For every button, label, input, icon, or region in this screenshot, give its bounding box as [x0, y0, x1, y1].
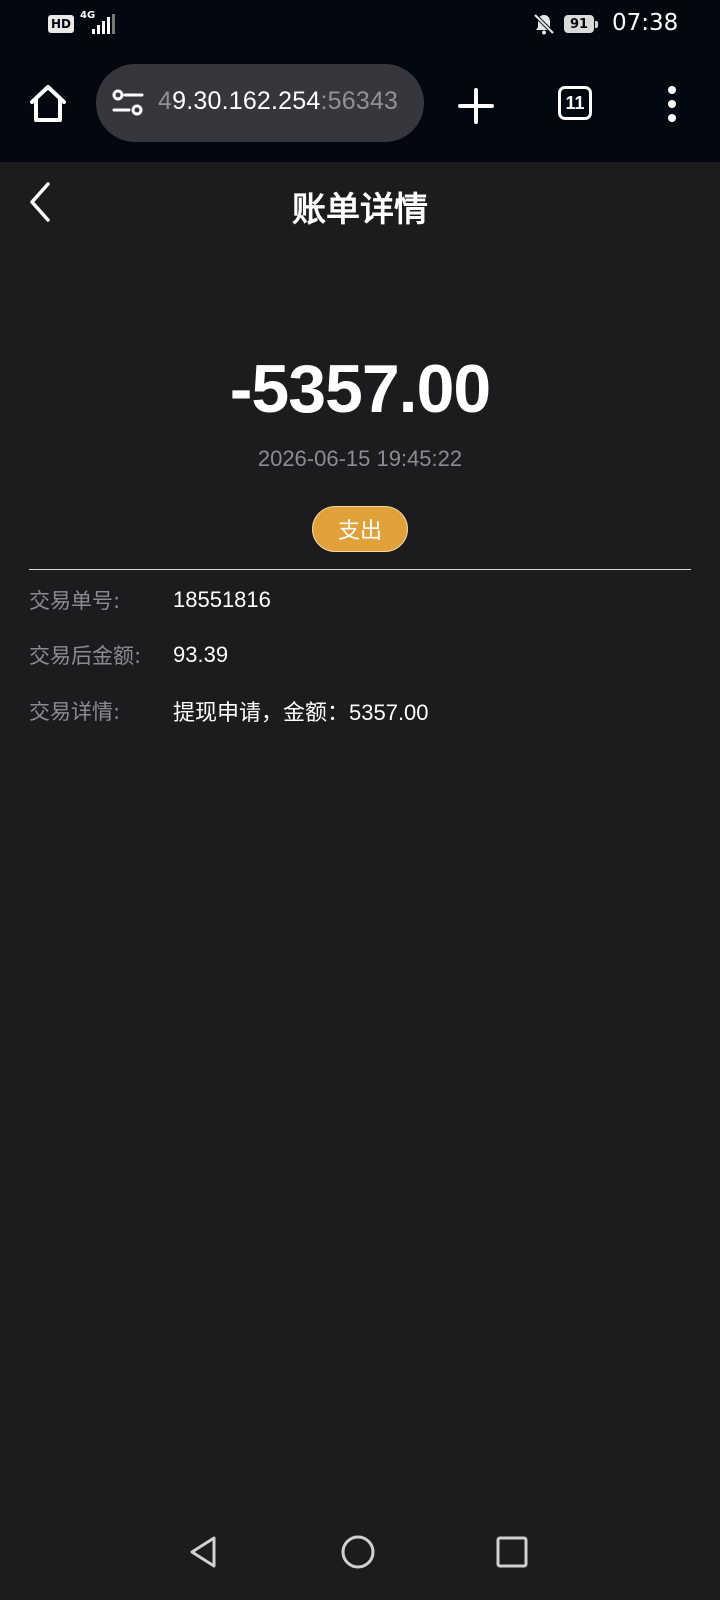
detail-row-description: 交易详情: 提现申请，金额：5357.00 [29, 694, 429, 728]
page-title: 账单详情 [292, 190, 428, 230]
detail-row-balance-after: 交易后金额: 93.39 [29, 638, 228, 672]
new-tab-icon[interactable] [456, 86, 496, 126]
battery-level: 91 [569, 16, 589, 32]
nav-home-icon[interactable] [340, 1534, 376, 1570]
bell-off-icon [533, 13, 555, 35]
url-host: 9.30.162.254 [172, 87, 321, 115]
url-text[interactable]: 49.30.162.254:56343 [158, 87, 398, 116]
home-icon[interactable] [26, 82, 70, 126]
address-bar[interactable]: 49.30.162.254:56343 [96, 64, 424, 142]
detail-value: 18551816 [173, 587, 271, 612]
transaction-type-badge: 支出 [312, 506, 408, 552]
nav-back-icon[interactable] [186, 1534, 222, 1570]
transaction-amount: -5357.00 [229, 351, 491, 427]
signal-bars-icon [92, 14, 116, 34]
detail-value: 93.39 [173, 642, 229, 667]
hd-indicator: HD [48, 15, 75, 33]
status-bar: HD 4G 91 07:38 [0, 0, 720, 50]
detail-value: 提现申请，金额：5357.00 [173, 700, 429, 725]
tab-count: 11 [565, 92, 585, 113]
site-settings-icon[interactable] [112, 89, 144, 117]
url-port: :56343 [320, 87, 399, 115]
nav-recents-icon[interactable] [494, 1534, 530, 1570]
signal-indicator: 4G [80, 10, 120, 36]
detail-row-order-number: 交易单号: 18551816 [29, 583, 271, 617]
status-left-group: HD 4G [48, 10, 120, 36]
url-prefix: 4 [158, 87, 173, 115]
status-time: 07:38 [612, 10, 679, 36]
detail-label: 交易详情: [29, 700, 121, 724]
battery-indicator: 91 [564, 15, 598, 33]
browser-toolbar: 49.30.162.254:56343 11 [0, 50, 720, 162]
system-navigation-bar [0, 1518, 720, 1600]
divider [29, 569, 691, 570]
detail-label: 交易后金额: [29, 644, 142, 668]
transaction-datetime: 2026-06-15 19:45:22 [257, 446, 463, 471]
more-menu-icon[interactable] [660, 84, 684, 124]
tab-switcher-button[interactable]: 11 [558, 86, 592, 120]
detail-label: 交易单号: [29, 589, 121, 613]
page-header: 账单详情 [0, 162, 720, 248]
